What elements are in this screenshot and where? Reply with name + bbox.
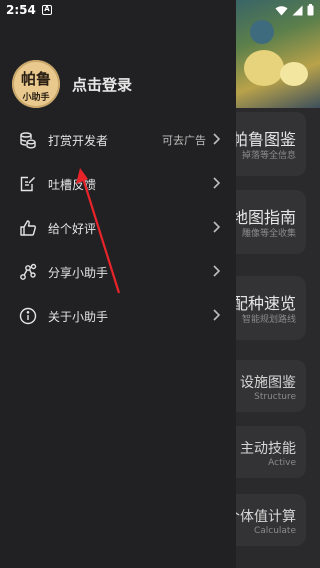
wifi-icon [275, 5, 288, 15]
chevron-right-icon [213, 221, 220, 233]
chevron-right-icon [213, 265, 220, 277]
status-icons [275, 4, 314, 16]
menu-item-label: 打赏开发者 [48, 133, 109, 148]
status-time: 2:54 [6, 3, 36, 17]
menu-item-donate[interactable]: 打赏开发者 可去广告 [0, 118, 236, 162]
card-title: 配种速览 [231, 294, 296, 313]
battery-icon [307, 4, 314, 16]
menu-item-feedback[interactable]: 吐槽反馈 [0, 162, 236, 206]
menu-item-label: 给个好评 [48, 221, 97, 236]
card-subtitle: Structure [254, 392, 296, 402]
feedback-edit-icon [18, 174, 38, 194]
card-subtitle: 智能规划路线 [241, 315, 296, 325]
menu-item-about[interactable]: 关于小助手 [0, 294, 236, 338]
signal-icon [292, 5, 303, 15]
chevron-right-icon [213, 177, 220, 189]
avatar-logo-subtext: 小助手 [22, 93, 50, 103]
coins-icon [18, 130, 38, 150]
notification-icon: A [42, 5, 52, 15]
status-bar: 2:54 A [0, 0, 320, 22]
menu-item-label: 吐槽反馈 [48, 177, 97, 192]
chevron-right-icon [213, 133, 220, 145]
info-icon [18, 306, 38, 326]
card-title: 设施图鉴 [240, 375, 296, 391]
drawer-menu: 打赏开发者 可去广告 吐槽反馈 给个好评 分享小助手 关于小助手 [0, 118, 236, 338]
menu-item-share[interactable]: 分享小助手 [0, 250, 236, 294]
navigation-drawer: 帕鲁 小助手 点击登录 打赏开发者 可去广告 吐槽反馈 给个好评 分享小助手 关… [0, 0, 236, 568]
avatar[interactable]: 帕鲁 小助手 [12, 60, 60, 108]
card-subtitle: 雕像等全收集 [241, 229, 296, 239]
thumbs-up-icon [18, 218, 38, 238]
login-link[interactable]: 点击登录 [72, 74, 132, 95]
card-title: 地图指南 [231, 208, 296, 227]
card-subtitle: Active [268, 458, 296, 468]
card-title: 帕鲁图鉴 [231, 130, 296, 149]
remove-ads-hint: 可去广告 [162, 134, 206, 147]
menu-item-label: 关于小助手 [48, 309, 109, 324]
share-icon [18, 262, 38, 282]
menu-item-label: 分享小助手 [48, 265, 109, 280]
avatar-logo-text: 帕鲁 [20, 70, 51, 88]
chevron-right-icon [213, 309, 220, 321]
menu-item-rate[interactable]: 给个好评 [0, 206, 236, 250]
card-title: 主动技能 [240, 441, 296, 457]
card-title: 个体值计算 [226, 509, 296, 525]
card-subtitle: Calculate [253, 526, 296, 536]
profile-header[interactable]: 帕鲁 小助手 点击登录 [12, 60, 132, 108]
card-subtitle: 掉落等全信息 [241, 151, 296, 161]
